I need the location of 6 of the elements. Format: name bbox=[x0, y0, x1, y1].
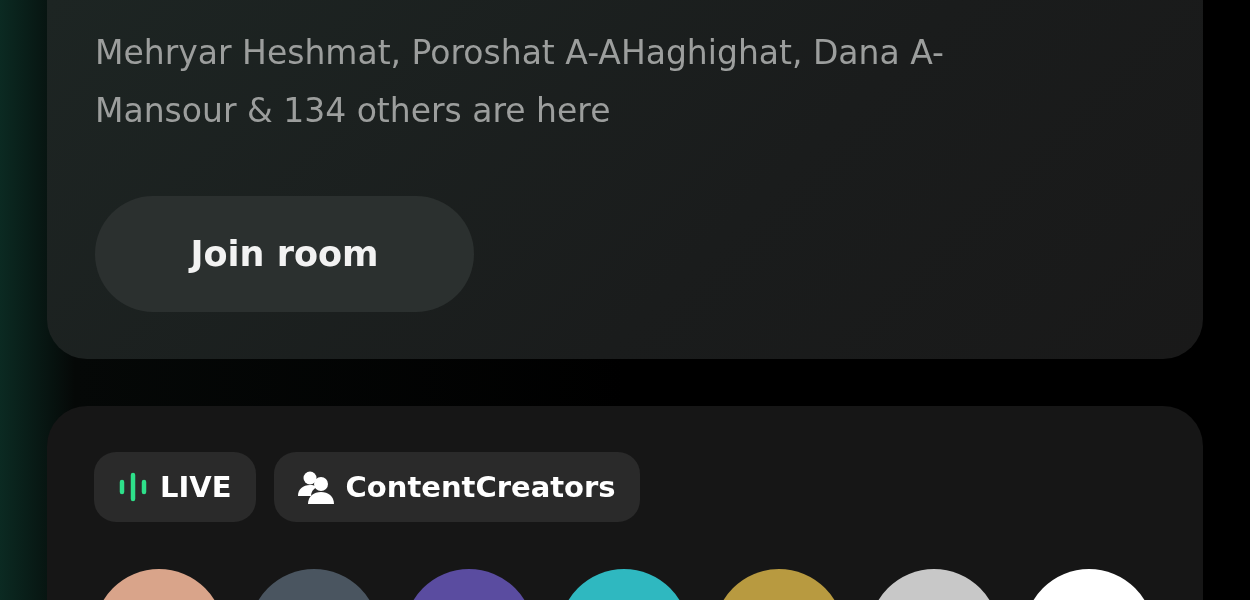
participants-text: Mehryar Heshmat, Poroshat A-AHaghighat, Dana A-Mansour & 134 others are here bbox=[95, 32, 945, 132]
live-tag: LIVE bbox=[94, 452, 256, 522]
people-icon bbox=[297, 470, 334, 504]
club-tag: ContentCreators bbox=[273, 452, 640, 522]
audio-bars-icon bbox=[118, 472, 148, 502]
join-room-button[interactable]: Join room bbox=[95, 196, 474, 312]
